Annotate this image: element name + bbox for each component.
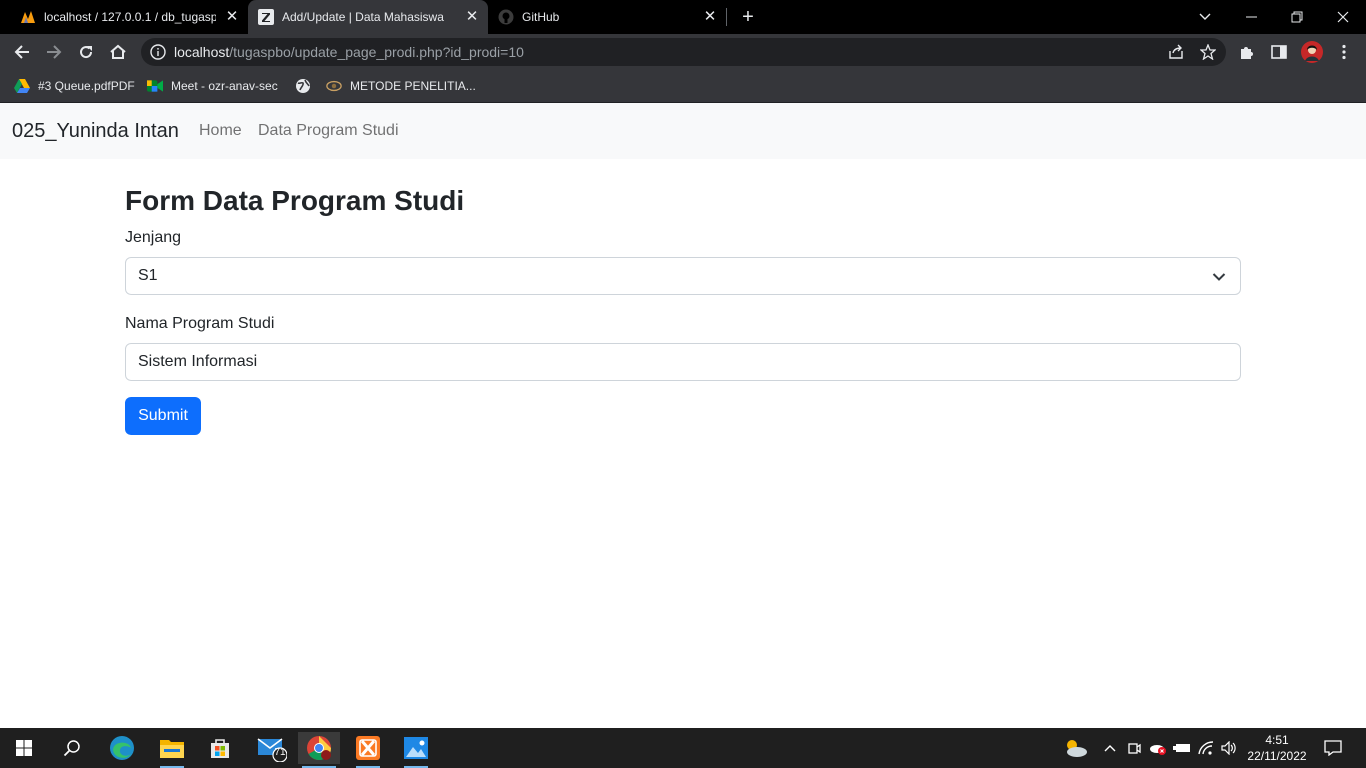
tab-separator bbox=[726, 8, 727, 26]
volume-icon[interactable] bbox=[1219, 738, 1239, 758]
puzzle-icon bbox=[1241, 47, 1253, 59]
url-text[interactable]: localhost/tugaspbo/update_page_prodi.php… bbox=[174, 44, 524, 60]
tab-title: localhost / 127.0.0.1 / db_tugaspbo bbox=[44, 10, 216, 24]
arrow-right-icon bbox=[47, 45, 62, 59]
page-title: Form Data Program Studi bbox=[125, 185, 465, 216]
store-icon bbox=[211, 739, 229, 758]
mail-badge: 71 bbox=[274, 747, 286, 758]
xampp-app[interactable] bbox=[352, 732, 384, 768]
profile-avatar[interactable] bbox=[1299, 39, 1325, 65]
close-tab-icon[interactable]: ✕ bbox=[702, 9, 718, 25]
minimize-button[interactable] bbox=[1228, 0, 1274, 34]
reload-icon bbox=[80, 46, 93, 59]
bookmark-star-icon[interactable] bbox=[1199, 43, 1217, 61]
address-bar[interactable]: localhost/tugaspbo/update_page_prodi.php… bbox=[141, 38, 1226, 66]
tab-title: GitHub bbox=[522, 10, 560, 24]
restore-button[interactable] bbox=[1274, 0, 1320, 34]
github-icon bbox=[498, 9, 514, 25]
phpmyadmin-icon bbox=[20, 9, 36, 25]
tab-search-button[interactable] bbox=[1182, 0, 1228, 34]
side-panel-button[interactable] bbox=[1266, 39, 1292, 65]
close-tab-icon[interactable]: ✕ bbox=[464, 9, 480, 25]
chrome-app[interactable] bbox=[298, 732, 340, 768]
google-drive-icon bbox=[14, 78, 30, 94]
url-path: /tugaspbo/update_page_prodi.php?id_prodi… bbox=[229, 44, 524, 60]
bookmark-label: METODE PENELITIA... bbox=[350, 79, 476, 93]
bookmark-label: Meet - ozr-anav-sec bbox=[171, 79, 278, 93]
nav-link-data-program-studi[interactable]: Data Program Studi bbox=[258, 122, 399, 140]
edge-icon bbox=[110, 736, 134, 760]
mail-app[interactable]: 71 bbox=[256, 732, 288, 764]
more-vertical-icon bbox=[1342, 44, 1346, 60]
chrome-icon bbox=[307, 736, 331, 761]
clock-date: 22/11/2022 bbox=[1247, 749, 1307, 763]
jenjang-label: Jenjang bbox=[125, 229, 182, 246]
nama-program-studi-value: Sistem Informasi bbox=[138, 353, 258, 370]
globe-icon bbox=[295, 78, 311, 94]
weather-icon[interactable] bbox=[1062, 738, 1088, 758]
notifications-icon[interactable] bbox=[1322, 738, 1344, 758]
edge-app[interactable] bbox=[106, 732, 138, 764]
tab-add-update[interactable]: Add/Update | Data Mahasiswa ✕ bbox=[248, 0, 488, 34]
tab-phpmyadmin[interactable]: localhost / 127.0.0.1 / db_tugaspbo ✕ bbox=[0, 0, 248, 34]
menu-button[interactable] bbox=[1331, 39, 1357, 65]
jenjang-selected-value: S1 bbox=[138, 267, 158, 284]
show-hidden-icons[interactable] bbox=[1100, 738, 1120, 758]
nav-link-home[interactable]: Home bbox=[199, 122, 242, 140]
bookmark-metode-penelitian[interactable]: METODE PENELITIA... bbox=[326, 77, 476, 95]
back-button[interactable] bbox=[9, 39, 35, 65]
folder-icon bbox=[160, 740, 184, 758]
bookmark-meet[interactable]: Meet - ozr-anav-sec bbox=[147, 77, 278, 95]
tab-title: Add/Update | Data Mahasiswa bbox=[282, 10, 444, 24]
browser-tab-strip: localhost / 127.0.0.1 / db_tugaspbo ✕ Ad… bbox=[0, 0, 1366, 34]
extensions-button[interactable] bbox=[1234, 39, 1260, 65]
jenjang-select[interactable]: S1 bbox=[125, 257, 1241, 295]
browser-toolbar: localhost/tugaspbo/update_page_prodi.php… bbox=[0, 34, 1366, 70]
arrow-left-icon bbox=[14, 45, 29, 59]
bookmark-label: #3 Queue.pdfPDF bbox=[38, 79, 135, 93]
battery-icon[interactable] bbox=[1172, 738, 1192, 758]
onedrive-error-icon[interactable] bbox=[1148, 738, 1168, 758]
system-clock[interactable]: 4:51 22/11/2022 bbox=[1244, 732, 1310, 764]
search-button[interactable] bbox=[56, 732, 88, 764]
search-icon bbox=[63, 740, 80, 757]
new-tab-button[interactable]: + bbox=[738, 6, 758, 28]
chevron-down-icon bbox=[1212, 269, 1226, 287]
wifi-icon[interactable] bbox=[1196, 738, 1216, 758]
store-app[interactable] bbox=[204, 732, 236, 764]
bookmarks-bar: #3 Queue.pdfPDF Meet - ozr-anav-sec METO… bbox=[0, 70, 1366, 103]
url-host: localhost bbox=[174, 44, 230, 60]
share-icon[interactable] bbox=[1167, 43, 1185, 61]
side-panel-icon bbox=[1271, 45, 1287, 59]
windows-logo-icon bbox=[16, 740, 32, 756]
bookmark-globe[interactable] bbox=[295, 77, 319, 95]
eye-icon bbox=[326, 78, 342, 94]
navbar: 025_Yuninda Intan Home Data Program Stud… bbox=[0, 103, 1366, 159]
forward-button[interactable] bbox=[41, 39, 67, 65]
meet-now-icon[interactable] bbox=[1124, 738, 1144, 758]
start-button[interactable] bbox=[8, 732, 40, 764]
tab-github[interactable]: GitHub ✕ bbox=[488, 0, 726, 34]
nama-program-studi-label: Nama Program Studi bbox=[125, 315, 275, 332]
xampp-icon bbox=[356, 736, 380, 760]
google-meet-icon bbox=[147, 78, 163, 94]
close-tab-icon[interactable]: ✕ bbox=[224, 9, 240, 25]
close-window-button[interactable] bbox=[1320, 0, 1366, 34]
navbar-brand[interactable]: 025_Yuninda Intan bbox=[12, 120, 179, 143]
clock-time: 4:51 bbox=[1265, 733, 1289, 747]
chevron-up-icon bbox=[1104, 745, 1116, 752]
windows-taskbar: 71 4:51 22/11/2022 bbox=[0, 728, 1366, 768]
z-icon bbox=[258, 9, 274, 25]
reload-button[interactable] bbox=[73, 39, 99, 65]
nama-program-studi-input[interactable]: Sistem Informasi bbox=[125, 343, 1241, 381]
file-explorer-app[interactable] bbox=[156, 732, 188, 768]
photos-icon bbox=[404, 737, 428, 759]
photos-app[interactable] bbox=[400, 732, 432, 768]
bookmark-queue-pdf[interactable]: #3 Queue.pdfPDF bbox=[14, 77, 135, 95]
submit-button[interactable]: Submit bbox=[125, 397, 201, 435]
home-icon bbox=[110, 44, 126, 59]
info-icon[interactable] bbox=[150, 44, 166, 65]
home-button[interactable] bbox=[105, 39, 131, 65]
chevron-down-icon bbox=[1199, 13, 1211, 20]
